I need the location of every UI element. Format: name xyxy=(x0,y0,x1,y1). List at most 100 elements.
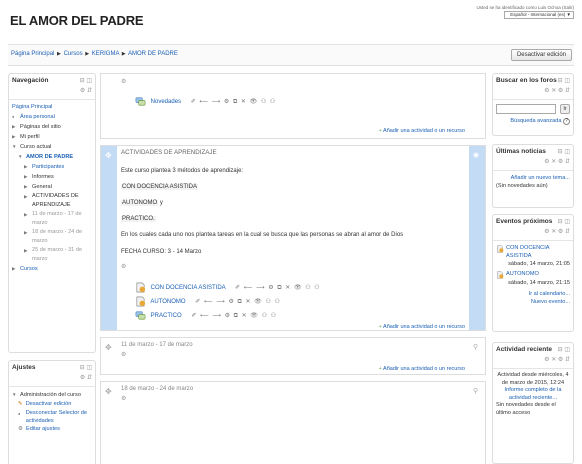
settings-block: Ajustes ⊟ ◫ ⚙ ⇵ ▼ Administración del curs… xyxy=(8,360,96,464)
block-settings-icon[interactable]: ⚙ ⇵ xyxy=(80,87,92,94)
chevron-right-icon[interactable]: ▶ xyxy=(12,264,17,273)
chevron-right-icon[interactable]: ▶ xyxy=(24,182,29,191)
chevron-right-icon[interactable]: ▶ xyxy=(12,132,17,141)
activity-edit-icons[interactable]: ✐ ⟵ ⟶ ⚙ ⧉ ✕ 👁 ⚇ ⚇ xyxy=(191,99,277,105)
nav-week1[interactable]: 11 de marzo - 17 de marzo xyxy=(32,210,90,228)
breadcrumb-course[interactable]: AMOR DE PADRE xyxy=(128,51,178,57)
news-forum-link[interactable]: Novedades xyxy=(151,99,181,105)
block-settings-icon[interactable]: ⚙ ✕ ⚙ ⇵ xyxy=(544,87,570,94)
section-title: 18 de marzo - 24 de marzo xyxy=(121,386,194,392)
breadcrumb: Página Principal ▶ Cursos ▶ KERIGMA ▶ AM… xyxy=(11,51,178,57)
event-item: CON DOCENCIA ASISTIDA xyxy=(496,244,570,260)
block-dock-icon[interactable]: ⊟ ◫ xyxy=(80,364,92,371)
nav-general[interactable]: General xyxy=(32,184,52,190)
highlight-icon[interactable]: ⚲ xyxy=(473,343,478,351)
nav-profile[interactable]: Mi perfil xyxy=(20,134,40,140)
highlight-icon[interactable]: ◉ xyxy=(473,151,479,159)
block-settings-icon[interactable]: ⚙ ⇵ xyxy=(80,374,92,381)
chevron-right-icon[interactable]: ▶ xyxy=(24,192,29,210)
practical-link[interactable]: PRACTICO xyxy=(151,313,182,319)
activity-autonomous: AUTONOMO ✐ ⟵ ⟶ ⚙ ⧉ ✕ 👁 ⚇ ⚇ xyxy=(135,296,281,307)
chevron-right-icon[interactable]: ▶ xyxy=(12,122,17,131)
chevron-down-icon[interactable]: ▼ xyxy=(12,142,17,151)
nav-courses[interactable]: Cursos xyxy=(20,266,38,272)
assisted-link[interactable]: CON DOCENCIA ASISTIDA xyxy=(151,285,226,291)
navigation-block-title: Navegación xyxy=(12,77,49,84)
nav-personal-link[interactable]: Área personal xyxy=(20,114,55,120)
nav-current-course[interactable]: Curso actual xyxy=(20,144,51,150)
move-icon[interactable]: ✥ xyxy=(105,151,112,160)
language-select[interactable]: Español - Internacional (es) ▼ xyxy=(504,11,574,19)
disconnect-selector-link[interactable]: Desconectar Selector de actividades xyxy=(26,409,92,425)
nav-site-pages[interactable]: Páginas del sitio xyxy=(20,124,61,130)
gear-icon[interactable]: ⚙ xyxy=(121,262,126,272)
breadcrumb-category[interactable]: KERIGMA xyxy=(92,51,119,57)
add-activity-link[interactable]: + Añadir una actividad o un recurso xyxy=(379,126,465,136)
add-topic-link[interactable]: Añadir un nuevo tema... xyxy=(496,174,570,182)
activity-edit-icons[interactable]: ✐ ⟵ ⟶ ⚙ ⧉ ✕ 👁 ⚇ ⚇ xyxy=(191,313,277,319)
course-content: ⚙ Novedades ✐ ⟵ ⟶ ⚙ ⧉ ✕ 👁 ⚇ ⚇ + Añadir u… xyxy=(100,73,486,464)
calendar-link[interactable]: Ir al calendario... xyxy=(496,290,570,298)
block-dock-icon[interactable]: ⊟ ◫ xyxy=(80,77,92,84)
upcoming-events-block: Eventos próximos ⊟ ◫ ⚙ ✕ ⚙ ⇵ CON DOCENCI… xyxy=(492,214,574,332)
move-icon[interactable]: ✥ xyxy=(105,387,112,396)
event2-link[interactable]: AUTONOMO xyxy=(506,270,539,279)
section-week2: ✥ ⚲ 18 de marzo - 24 de marzo ⚙ xyxy=(100,381,486,464)
nav-activities[interactable]: ACTIVIDADES DE APRENDIZAJE xyxy=(32,192,90,210)
add-activity-link[interactable]: + Añadir una actividad o un recurso xyxy=(379,364,465,374)
breadcrumb-home[interactable]: Página Principal xyxy=(11,51,54,57)
edit-settings-link[interactable]: Editar ajustes xyxy=(26,426,60,432)
nav-reports[interactable]: Informes xyxy=(32,174,54,180)
navbar: Página Principal ▶ Cursos ▶ KERIGMA ▶ AM… xyxy=(8,44,574,66)
block-dock-icon[interactable]: ⊟ ◫ xyxy=(558,218,570,225)
breadcrumb-separator-icon: ▶ xyxy=(85,51,90,57)
autonomous-link[interactable]: AUTONOMO xyxy=(150,299,185,305)
login-info[interactable]: Usted se ha identificado como Luis Ochoa… xyxy=(476,5,574,10)
course-admin[interactable]: Administración del curso xyxy=(20,392,81,398)
activity-practical: PRACTICO ✐ ⟵ ⟶ ⚙ ⧉ ✕ 👁 ⚇ ⚇ xyxy=(135,310,277,321)
block-dock-icon[interactable]: ⊟ ◫ xyxy=(558,346,570,353)
activity-edit-icons[interactable]: ✐ ⟵ ⟶ ⚙ ⧉ ✕ 👁 ⚇ ⚇ xyxy=(235,285,321,291)
gear-icon[interactable]: ⚙ xyxy=(121,77,126,87)
activity-edit-icons[interactable]: ✐ ⟵ ⟶ ⚙ ⧉ ✕ 👁 ⚇ ⚇ xyxy=(195,299,281,305)
chevron-right-icon[interactable]: ▶ xyxy=(24,172,29,181)
search-block-title: Buscar en los foros xyxy=(496,77,557,84)
full-report-link[interactable]: Informe completo de la actividad recient… xyxy=(496,387,570,402)
method-assisted: CON DOCENCIA ASISTIDA xyxy=(121,184,199,190)
search-input[interactable] xyxy=(496,104,556,114)
chevron-down-icon[interactable]: ▼ xyxy=(18,152,23,161)
chevron-right-icon[interactable]: ▶ xyxy=(24,228,29,246)
breadcrumb-courses[interactable]: Cursos xyxy=(64,51,83,57)
nav-home-link[interactable]: Página Principal xyxy=(12,104,52,110)
gear-icon[interactable]: ⚙ xyxy=(121,350,126,360)
search-go-button[interactable]: Ir xyxy=(560,104,570,114)
block-dock-icon[interactable]: ⊟ ◫ xyxy=(558,77,570,84)
gear-icon[interactable]: ⚙ xyxy=(121,394,126,404)
nav-week2[interactable]: 18 de marzo - 24 de marzo xyxy=(32,228,90,246)
recent-activity-block: Actividad reciente ⊟ ◫ ⚙ ✕ ⚙ ⇵ Actividad… xyxy=(492,342,574,464)
method-autonomous: AUTONOMO xyxy=(121,200,159,206)
nav-participants[interactable]: Participantes xyxy=(32,164,64,170)
block-settings-icon[interactable]: ⚙ ✕ ⚙ ⇵ xyxy=(544,356,570,363)
disable-edit-link[interactable]: Desactivar edición xyxy=(26,401,72,407)
block-settings-icon[interactable]: ⚙ ✕ ⚙ ⇵ xyxy=(544,228,570,235)
move-icon[interactable]: ✥ xyxy=(105,343,112,352)
chevron-right-icon[interactable]: ▶ xyxy=(24,210,29,228)
chevron-down-icon[interactable]: ▼ xyxy=(12,390,17,399)
breadcrumb-separator-icon: ▶ xyxy=(121,51,126,57)
assignment-icon xyxy=(497,271,504,279)
chevron-right-icon[interactable]: ▶ xyxy=(24,162,29,171)
help-icon[interactable]: ? xyxy=(563,118,570,125)
section-intro: Este curso plantea 3 métodos de aprendiz… xyxy=(121,168,244,174)
nav-week3[interactable]: 25 de marzo - 31 de marzo xyxy=(32,246,90,264)
block-settings-icon[interactable]: ⚙ ✕ ⚙ ⇵ xyxy=(544,158,570,165)
advanced-search-link[interactable]: Búsqueda avanzada xyxy=(510,118,561,124)
toggle-edit-button[interactable]: Desactivar edición xyxy=(510,49,572,61)
chevron-right-icon[interactable]: ▶ xyxy=(24,246,29,264)
new-event-link[interactable]: Nuevo evento... xyxy=(496,298,570,306)
block-dock-icon[interactable]: ⊟ ◫ xyxy=(558,148,570,155)
highlight-icon[interactable]: ⚲ xyxy=(473,387,478,395)
nav-course-link[interactable]: AMOR DE PADRE xyxy=(26,154,73,160)
add-activity-link[interactable]: + Añadir una actividad o un recurso xyxy=(379,322,465,332)
event1-link[interactable]: CON DOCENCIA ASISTIDA xyxy=(506,244,570,260)
